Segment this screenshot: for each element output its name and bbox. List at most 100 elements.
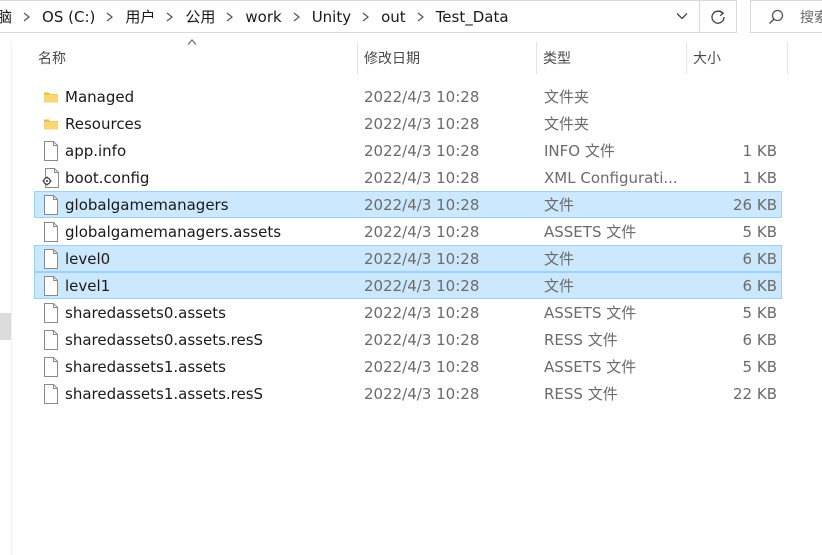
breadcrumb-item-test-data[interactable]: Test_Data (433, 8, 512, 26)
chevron-right-icon[interactable] (98, 12, 122, 22)
file-name: globalgamemanagers (65, 195, 229, 214)
file-type: 文件 (544, 277, 575, 295)
refresh-icon (711, 9, 725, 24)
file-name: globalgamemanagers.assets (65, 222, 282, 241)
breadcrumb: 脑 OS (C:) 用户 公用 work Unity out Test_Data (0, 1, 512, 32)
file-name: sharedassets1.assets.resS (65, 384, 264, 403)
file-size: 5 KB (742, 222, 777, 241)
file-row[interactable]: globalgamemanagers.assets 2022/4/3 10:28 A… (34, 218, 782, 245)
breadcrumb-item-users[interactable]: 用户 (122, 6, 158, 27)
file-name: level0 (65, 249, 111, 268)
file-name: boot.config (65, 168, 150, 187)
file-name: Managed (65, 87, 135, 106)
file-size: 6 KB (742, 249, 777, 268)
file-size: 5 KB (742, 357, 777, 376)
navigation-scrollbar-thumb[interactable] (0, 313, 11, 340)
file-icon (41, 327, 61, 352)
file-icon (41, 246, 61, 271)
column-header-type[interactable]: 类型 (537, 42, 685, 74)
file-name: app.info (65, 141, 127, 160)
chevron-right-icon[interactable] (354, 12, 378, 22)
file-icon (41, 219, 61, 244)
file-type: 文件夹 (544, 115, 590, 133)
refresh-button[interactable] (700, 0, 737, 33)
file-size: 5 KB (742, 303, 777, 322)
file-type: INFO 文件 (544, 142, 615, 160)
column-header-name[interactable]: 名称 (32, 42, 357, 74)
file-row[interactable]: sharedassets0.assets.resS 2022/4/3 10:28 R… (34, 326, 782, 353)
file-name: level1 (65, 276, 111, 295)
file-modified-date: 2022/4/3 10:28 (364, 168, 480, 187)
file-size: 26 KB (733, 195, 777, 214)
file-modified-date: 2022/4/3 10:28 (364, 249, 480, 268)
chevron-right-icon[interactable] (158, 12, 182, 22)
breadcrumb-item-this-pc[interactable]: 脑 (0, 6, 15, 27)
file-modified-date: 2022/4/3 10:28 (364, 222, 480, 241)
file-type: XML Configurati... (544, 168, 678, 187)
file-name: sharedassets1.assets (65, 357, 226, 376)
file-row[interactable]: globalgamemanagers 2022/4/3 10:28 文件 26 KB (34, 191, 782, 218)
file-icon (41, 354, 61, 379)
file-size: 6 KB (742, 276, 777, 295)
file-name: sharedassets0.assets.resS (65, 330, 264, 349)
breadcrumb-item-work[interactable]: work (242, 8, 284, 26)
column-header-date[interactable]: 修改日期 (358, 42, 536, 74)
file-type: 文件 (544, 196, 575, 214)
file-size: 22 KB (733, 384, 777, 403)
breadcrumb-item-drive[interactable]: OS (C:) (39, 8, 98, 26)
address-bar[interactable]: 脑 OS (C:) 用户 公用 work Unity out Test_Data (0, 0, 700, 33)
file-modified-date: 2022/4/3 10:28 (364, 357, 480, 376)
file-row[interactable]: app.info 2022/4/3 10:28 INFO 文件 1 KB (34, 137, 782, 164)
file-type: RESS 文件 (544, 385, 618, 403)
file-icon (41, 300, 61, 325)
file-modified-date: 2022/4/3 10:28 (364, 87, 480, 106)
file-row[interactable]: sharedassets1.assets.resS 2022/4/3 10:28 R… (34, 380, 782, 407)
file-row[interactable]: sharedassets0.assets 2022/4/3 10:28 ASSETS… (34, 299, 782, 326)
search-icon (768, 9, 784, 24)
breadcrumb-item-out[interactable]: out (378, 8, 409, 26)
file-modified-date: 2022/4/3 10:28 (364, 114, 480, 133)
column-divider[interactable] (787, 42, 788, 74)
file-name: Resources (65, 114, 142, 133)
file-icon (41, 273, 61, 298)
config-file-icon (41, 165, 61, 190)
file-row[interactable]: Resources 2022/4/3 10:28 文件夹 (34, 110, 782, 137)
file-type: ASSETS 文件 (544, 358, 637, 376)
file-type: ASSETS 文件 (544, 223, 637, 241)
breadcrumb-item-unity[interactable]: Unity (309, 8, 354, 26)
file-row[interactable]: level1 2022/4/3 10:28 文件 6 KB (34, 272, 782, 299)
chevron-right-icon[interactable] (15, 12, 39, 22)
file-row[interactable]: level0 2022/4/3 10:28 文件 6 KB (34, 245, 782, 272)
file-icon (41, 138, 61, 163)
chevron-down-icon[interactable] (675, 9, 689, 23)
file-size: 6 KB (742, 330, 777, 349)
search-placeholder: 搜索 (800, 9, 822, 26)
file-icon (41, 192, 61, 217)
file-size: 1 KB (742, 141, 777, 160)
file-type: 文件夹 (544, 88, 590, 106)
file-name: sharedassets0.assets (65, 303, 226, 322)
file-row[interactable]: Managed 2022/4/3 10:28 文件夹 (34, 83, 782, 110)
chevron-right-icon[interactable] (218, 12, 242, 22)
file-modified-date: 2022/4/3 10:28 (364, 276, 480, 295)
file-type: ASSETS 文件 (544, 304, 637, 322)
breadcrumb-item-public[interactable]: 公用 (182, 6, 218, 27)
folder-icon (41, 84, 61, 109)
column-header-size[interactable]: 大小 (687, 42, 787, 74)
folder-icon (41, 111, 61, 136)
chevron-right-icon[interactable] (285, 12, 309, 22)
file-modified-date: 2022/4/3 10:28 (364, 330, 480, 349)
file-type: 文件 (544, 250, 575, 268)
file-row[interactable]: sharedassets1.assets 2022/4/3 10:28 ASSETS… (34, 353, 782, 380)
file-modified-date: 2022/4/3 10:28 (364, 384, 480, 403)
file-modified-date: 2022/4/3 10:28 (364, 141, 480, 160)
navigation-pane-edge (0, 42, 12, 555)
file-icon (41, 381, 61, 406)
file-row[interactable]: boot.config 2022/4/3 10:28 XML Configurati… (34, 164, 782, 191)
file-modified-date: 2022/4/3 10:28 (364, 303, 480, 322)
search-input[interactable]: 搜索 (750, 0, 822, 33)
file-size: 1 KB (742, 168, 777, 187)
file-modified-date: 2022/4/3 10:28 (364, 195, 480, 214)
file-list: Managed 2022/4/3 10:28 文件夹 Resources 2022/4/… (34, 83, 782, 407)
chevron-right-icon[interactable] (409, 12, 433, 22)
